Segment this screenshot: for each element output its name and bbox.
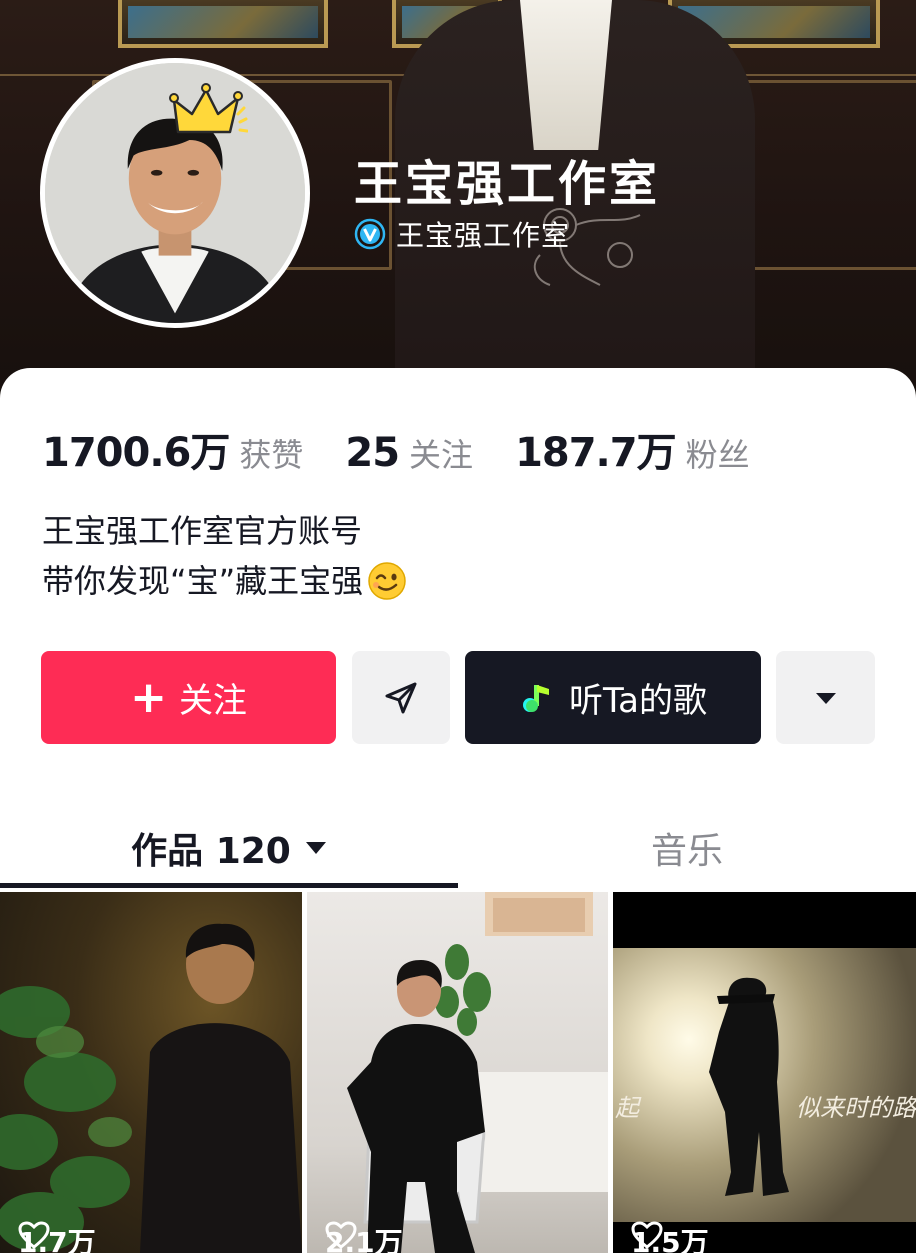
message-button[interactable] — [352, 651, 450, 744]
video-thumbnail-image — [613, 948, 916, 1253]
video-thumbnail-image — [347, 892, 608, 1253]
profile-card: 1700.6万 获赞 25 关注 187.7万 粉丝 王宝强工作室官方账号 带你… — [0, 368, 916, 1253]
like-count: 1.7万 — [18, 1221, 96, 1253]
like-count: 2.1万 — [325, 1221, 403, 1253]
listen-songs-label: 听Ta的歌 — [569, 681, 707, 721]
like-count: 1.5万 — [631, 1221, 709, 1253]
stats-row: 1700.6万 获赞 25 关注 187.7万 粉丝 — [42, 420, 750, 478]
video-caption: 起 — [615, 1094, 639, 1122]
content-tabs: 作品 120 音乐 — [0, 808, 916, 890]
caret-down-icon — [815, 692, 836, 704]
wink-emoji-icon — [368, 562, 406, 600]
music-note-icon — [523, 684, 549, 712]
stat-value: 187.7万 — [515, 430, 677, 476]
stat-followers[interactable]: 187.7万 粉丝 — [515, 420, 750, 478]
follow-button[interactable]: + 关注 — [41, 651, 336, 744]
tab-music-label: 音乐 — [650, 831, 723, 872]
plus-icon: + — [130, 671, 167, 723]
tab-works-label: 作品 120 — [131, 831, 291, 872]
verified-label: 王宝强工作室 — [396, 219, 571, 252]
profile-name: 王宝强工作室 — [354, 156, 661, 212]
more-button[interactable] — [776, 651, 875, 744]
video-thumbnail[interactable]: 2.1万 — [307, 892, 608, 1253]
tab-music[interactable]: 音乐 — [458, 808, 916, 888]
wall-painting — [118, 0, 328, 48]
bio-line-1: 王宝强工作室官方账号 — [42, 512, 363, 550]
stat-following[interactable]: 25 关注 — [345, 430, 473, 476]
bio-line-2: 带你发现“宝”藏王宝强 — [42, 562, 364, 600]
heart-icon — [325, 1221, 357, 1249]
video-thumbnail-image — [0, 923, 302, 1253]
verified-badge-icon — [354, 218, 386, 250]
send-icon — [385, 682, 417, 713]
video-caption: 似来时的路 — [796, 1094, 916, 1122]
follow-label: 关注 — [178, 681, 247, 721]
banner-shirt — [520, 0, 612, 150]
profile-bio: 王宝强工作室官方账号 带你发现“宝”藏王宝强 — [42, 506, 407, 606]
bio-line-2-row: 带你发现“宝”藏王宝强 — [42, 556, 407, 606]
heart-icon — [631, 1221, 663, 1249]
video-thumbnail[interactable]: 起 似来时的路 1.5万 — [613, 892, 916, 1253]
stat-label: 粉丝 — [685, 436, 750, 474]
stat-value: 1700.6万 — [42, 430, 230, 476]
stat-label: 获赞 — [239, 436, 304, 474]
caret-down-icon — [305, 842, 326, 854]
stat-likes[interactable]: 1700.6万 获赞 — [42, 420, 303, 478]
tab-works[interactable]: 作品 120 — [0, 808, 458, 888]
video-grid: 1.7万 2.1万 起 似来时的路 1.5万 — [0, 892, 916, 1253]
crown-icon — [169, 83, 248, 134]
stat-label: 关注 — [409, 436, 474, 474]
heart-icon — [18, 1221, 50, 1249]
verified-row: 王宝强工作室 — [354, 214, 570, 254]
video-thumbnail[interactable]: 1.7万 — [0, 892, 302, 1253]
listen-songs-button[interactable]: 听Ta的歌 — [465, 651, 761, 744]
active-tab-indicator — [0, 883, 458, 888]
stat-value: 25 — [345, 430, 400, 476]
